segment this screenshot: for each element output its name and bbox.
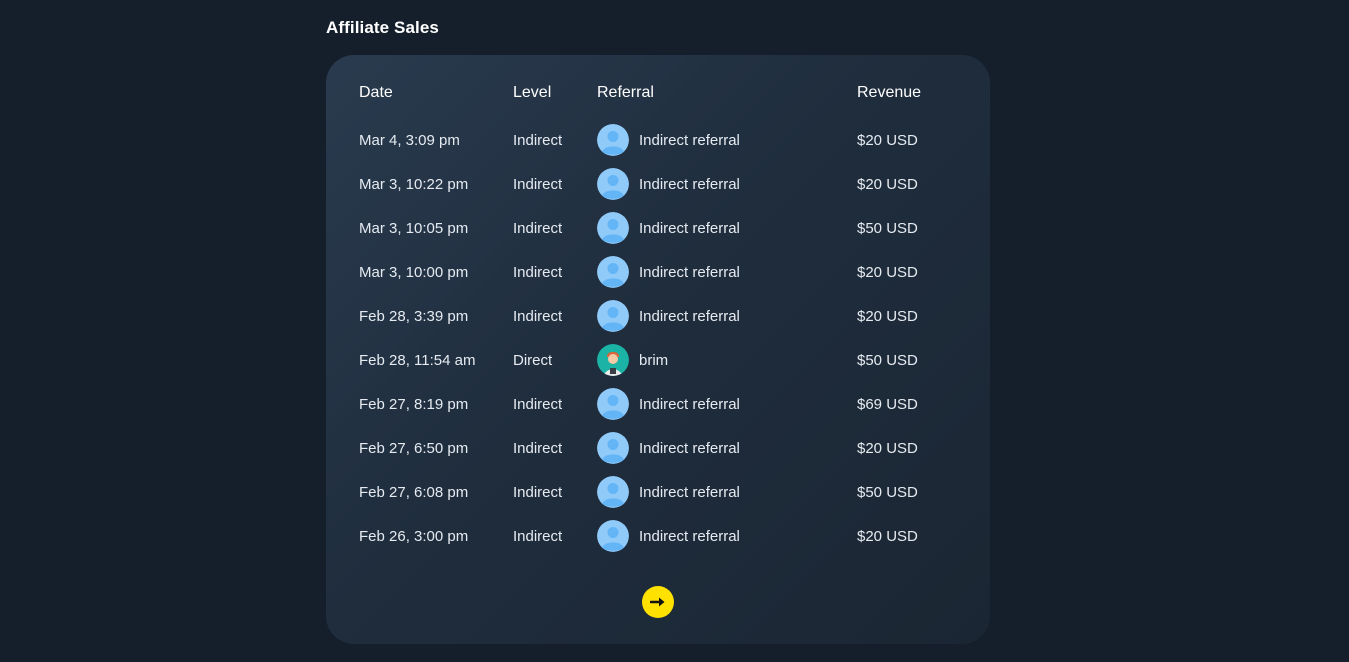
cell-level: Indirect — [513, 484, 563, 501]
cell-level: Indirect — [513, 176, 563, 193]
affiliate-sales-card: Date Level Referral Revenue Mar 4, 3:09 … — [326, 55, 990, 644]
next-page-button[interactable] — [642, 586, 674, 618]
cell-level: Indirect — [513, 396, 563, 413]
table-row: Feb 27, 8:19 pm Indirect Indirect referral… — [326, 387, 990, 431]
table-row: Mar 3, 10:05 pm Indirect Indirect referral… — [326, 211, 990, 255]
cell-level: Indirect — [513, 308, 563, 325]
cell-date: Feb 28, 3:39 pm — [359, 308, 469, 325]
cell-date: Mar 3, 10:00 pm — [359, 264, 469, 281]
table-row: Mar 3, 10:22 pm Indirect Indirect referral… — [326, 167, 990, 211]
cell-referral-name: Indirect referral — [639, 484, 740, 501]
sales-table-body: Mar 4, 3:09 pm Indirect Indirect referral $… — [326, 123, 990, 563]
cell-referral-name: brim — [639, 352, 669, 369]
cell-referral-name: Indirect referral — [639, 528, 740, 545]
cell-referral-name: Indirect referral — [639, 264, 740, 281]
table-row: Feb 28, 3:39 pm Indirect Indirect referral… — [326, 299, 990, 343]
table-row: Mar 4, 3:09 pm Indirect Indirect referral $… — [326, 123, 990, 167]
cell-date: Mar 3, 10:22 pm — [359, 176, 469, 193]
table-row: Feb 27, 6:50 pm Indirect Indirect referral… — [326, 431, 990, 475]
column-header-date: Date — [359, 84, 393, 101]
default-user-icon — [597, 168, 629, 200]
column-header-revenue: Revenue — [857, 84, 922, 101]
cell-level: Indirect — [513, 132, 563, 149]
cell-revenue: $20 USD — [857, 440, 918, 457]
cell-referral-name: Indirect referral — [639, 132, 740, 149]
cell-date: Feb 27, 6:50 pm — [359, 440, 469, 457]
arrow-right-icon — [650, 597, 665, 607]
column-header-referral: Referral — [597, 84, 654, 101]
table-row: Feb 28, 11:54 am Direct brim $50 USD — [326, 343, 990, 387]
default-user-icon — [597, 476, 629, 508]
default-user-icon — [597, 388, 629, 420]
default-user-icon — [597, 520, 629, 552]
default-user-icon — [597, 212, 629, 244]
cell-revenue: $20 USD — [857, 308, 918, 325]
cell-referral-name: Indirect referral — [639, 308, 740, 325]
user-photo-avatar — [597, 344, 629, 376]
cell-date: Mar 4, 3:09 pm — [359, 132, 460, 149]
cell-revenue: $20 USD — [857, 264, 918, 281]
cell-date: Feb 27, 8:19 pm — [359, 396, 469, 413]
cell-date: Feb 28, 11:54 am — [359, 352, 476, 369]
cell-referral-name: Indirect referral — [639, 396, 740, 413]
table-header: Date Level Referral Revenue — [326, 84, 990, 106]
table-row: Feb 27, 6:08 pm Indirect Indirect referral… — [326, 475, 990, 519]
cell-level: Indirect — [513, 220, 563, 237]
default-user-icon — [597, 124, 629, 156]
cell-revenue: $20 USD — [857, 528, 918, 545]
cell-level: Direct — [513, 352, 553, 369]
column-header-level: Level — [513, 84, 552, 101]
cell-revenue: $20 USD — [857, 132, 918, 149]
cell-revenue: $69 USD — [857, 396, 918, 413]
cell-level: Indirect — [513, 264, 563, 281]
default-user-icon — [597, 300, 629, 332]
cell-date: Feb 27, 6:08 pm — [359, 484, 469, 501]
cell-referral-name: Indirect referral — [639, 440, 740, 457]
cell-date: Feb 26, 3:00 pm — [359, 528, 469, 545]
table-row: Mar 3, 10:00 pm Indirect Indirect referral… — [326, 255, 990, 299]
cell-referral-name: Indirect referral — [639, 220, 740, 237]
default-user-icon — [597, 256, 629, 288]
cell-level: Indirect — [513, 528, 563, 545]
page-title: Affiliate Sales — [326, 18, 439, 37]
cell-level: Indirect — [513, 440, 563, 457]
cell-revenue: $50 USD — [857, 220, 918, 237]
cell-revenue: $50 USD — [857, 352, 918, 369]
table-row: Feb 26, 3:00 pm Indirect Indirect referral… — [326, 519, 990, 563]
cell-date: Mar 3, 10:05 pm — [359, 220, 469, 237]
cell-revenue: $20 USD — [857, 176, 918, 193]
default-user-icon — [597, 432, 629, 464]
cell-revenue: $50 USD — [857, 484, 918, 501]
cell-referral-name: Indirect referral — [639, 176, 740, 193]
